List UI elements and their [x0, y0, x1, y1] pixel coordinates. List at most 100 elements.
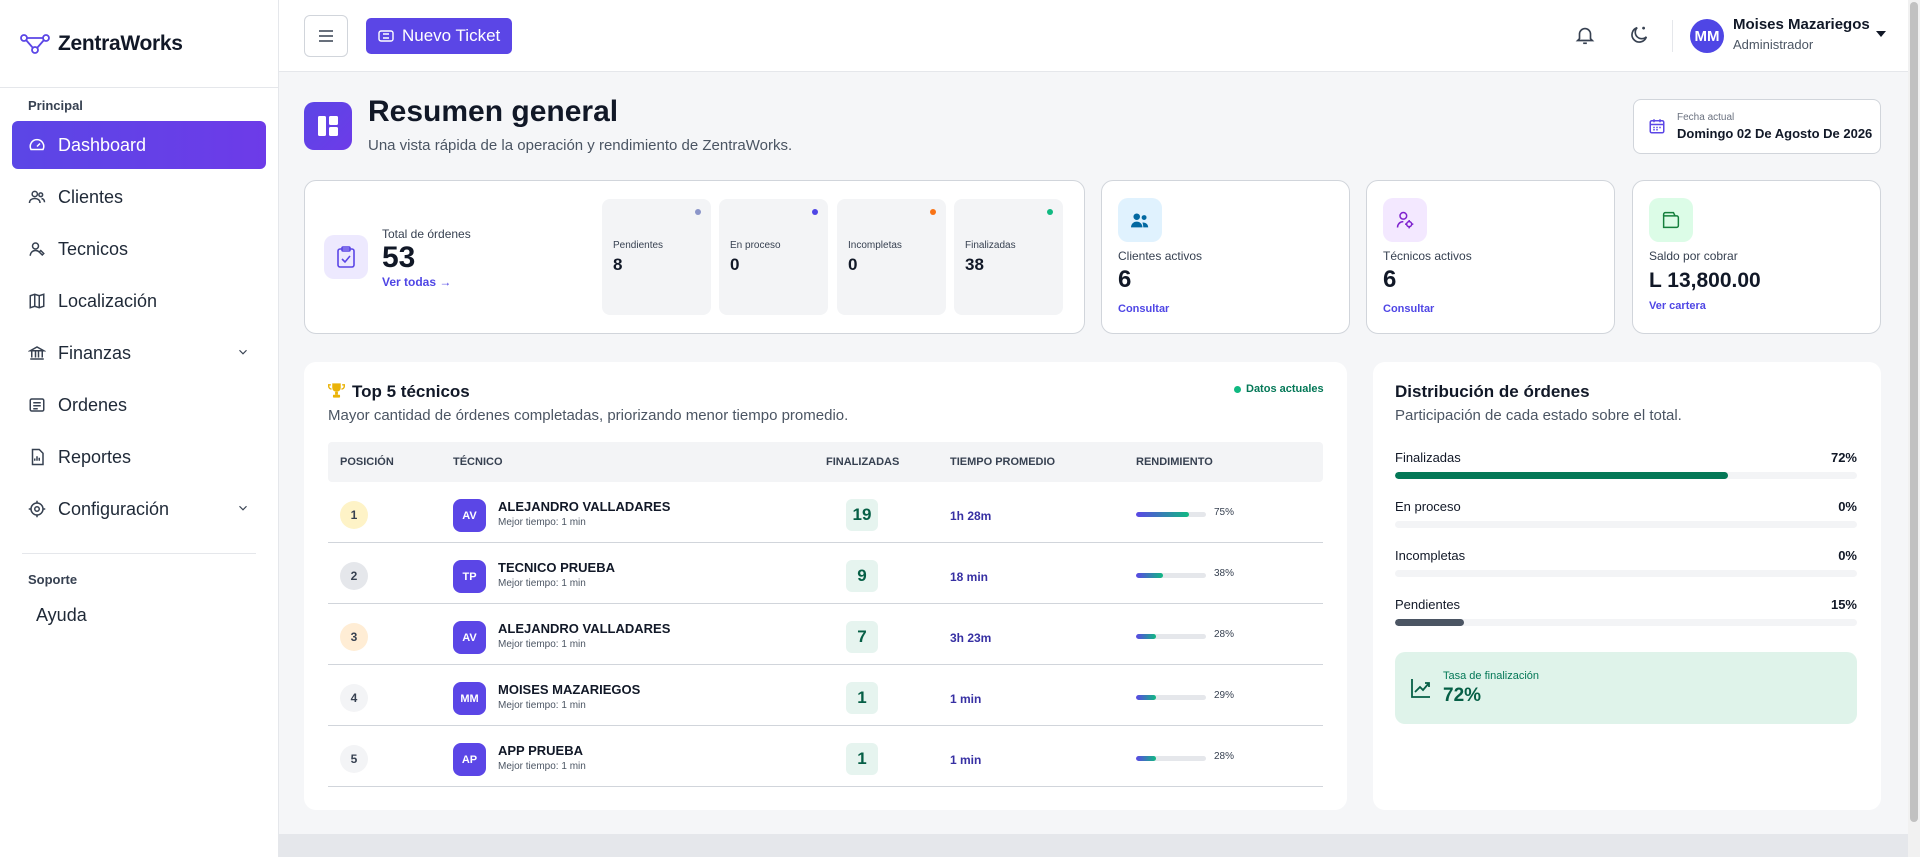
- clipboard-check-icon: [324, 235, 368, 279]
- rank-badge: 1: [340, 501, 368, 529]
- sidebar-item-reportes[interactable]: Reportes: [12, 433, 266, 481]
- avatar: AV: [453, 499, 486, 532]
- table-row[interactable]: 4 MM MOISES MAZARIEGOS Mejor tiempo: 1 m…: [328, 665, 1323, 726]
- topbar-separator: [1672, 20, 1673, 52]
- page-title: Resumen general: [368, 95, 619, 128]
- brand[interactable]: ZentraWorks: [0, 0, 278, 88]
- new-ticket-button[interactable]: Nuevo Ticket: [366, 18, 513, 54]
- avatar[interactable]: MM: [1690, 19, 1724, 53]
- distribution-row: En proceso 0%: [1395, 499, 1857, 539]
- stat-label: Saldo por cobrar: [1649, 249, 1738, 263]
- sidebar-item-label: Localización: [58, 290, 158, 311]
- performance-bar: [1136, 634, 1206, 639]
- table-row[interactable]: 5 AP APP PRUEBA Mejor tiempo: 1 min 1 1 …: [328, 726, 1323, 787]
- performance-fill: [1136, 573, 1163, 578]
- stat-value: 6: [1118, 266, 1132, 293]
- section-label-soporte: Soporte: [28, 572, 78, 587]
- performance-bar: [1136, 573, 1206, 578]
- sidebar-item-ayuda[interactable]: Ayuda: [0, 605, 278, 626]
- moon-icon[interactable]: [1628, 24, 1650, 46]
- avatar: TP: [453, 560, 486, 593]
- user-name[interactable]: Moises Mazariegos: [1733, 16, 1870, 33]
- average-time: 1 min: [950, 753, 982, 767]
- sidebar-item-localizacion[interactable]: Localización: [12, 277, 266, 325]
- chevron-down-icon: [236, 501, 250, 515]
- bell-icon[interactable]: [1574, 24, 1596, 46]
- sidebar-item-label: Ordenes: [58, 394, 128, 415]
- table-header: Posición Técnico Finalizadas Tiempo prom…: [328, 442, 1323, 482]
- column-header-performance: Rendimiento: [1136, 456, 1213, 468]
- stat-label: Clientes activos: [1118, 249, 1203, 263]
- table-row[interactable]: 3 AV ALEJANDRO VALLADARES Mejor tiempo: …: [328, 604, 1323, 665]
- ticket-icon: [378, 30, 394, 42]
- top-technicians-card: Top 5 técnicos Mayor cantidad de órdenes…: [304, 362, 1347, 810]
- stat-value: 6: [1383, 266, 1397, 293]
- order-distribution-card: Distribución de órdenes Participación de…: [1373, 362, 1881, 810]
- technician-icon: [28, 240, 46, 258]
- caret-down-icon[interactable]: [1876, 31, 1886, 37]
- receivable-balance-card: Saldo por cobrar L 13,800.00 Ver cartera: [1632, 180, 1881, 334]
- logo-icon: [20, 33, 50, 55]
- bank-icon: [28, 344, 46, 362]
- map-icon: [28, 292, 46, 310]
- view-portfolio-link[interactable]: Ver cartera: [1649, 300, 1706, 312]
- performance-bar: [1136, 695, 1206, 700]
- performance-percent: 28%: [1214, 751, 1235, 762]
- rank-badge: 2: [340, 562, 368, 590]
- sidebar-item-finanzas[interactable]: Finanzas: [12, 329, 266, 377]
- average-time: 18 min: [950, 570, 989, 584]
- distribution-percent: 0%: [1838, 499, 1857, 514]
- finished-count: 1: [846, 743, 878, 775]
- finished-count: 1: [846, 682, 878, 714]
- distribution-percent: 0%: [1838, 548, 1857, 563]
- live-dot: [1234, 385, 1241, 393]
- hamburger-icon: [318, 29, 334, 43]
- rank-badge: 5: [340, 745, 368, 773]
- sidebar-item-configuracion[interactable]: Configuración: [12, 485, 266, 533]
- sidebar-item-label: Dashboard: [58, 134, 147, 155]
- table-row[interactable]: 2 TP TECNICO PRUEBA Mejor tiempo: 1 min …: [328, 543, 1323, 604]
- footer-strip: [279, 834, 1908, 857]
- distribution-label: En proceso: [1395, 499, 1461, 514]
- wallet-icon: [1649, 198, 1693, 242]
- stat-label: Técnicos activos: [1383, 249, 1472, 263]
- view-all-orders-link[interactable]: Ver todas →: [382, 275, 451, 289]
- sidebar-item-dashboard[interactable]: Dashboard: [12, 121, 266, 169]
- distribution-row: Pendientes 15%: [1395, 597, 1857, 637]
- sidebar-item-ordenes[interactable]: Ordenes: [12, 381, 266, 429]
- status-tile-incompletas[interactable]: Incompletas 0: [837, 199, 946, 315]
- rank-badge: 4: [340, 684, 368, 712]
- column-header-position: Posición: [340, 456, 394, 468]
- status-tile-finalizadas[interactable]: Finalizadas 38: [954, 199, 1063, 315]
- technician-name: APP PRUEBA: [498, 743, 584, 758]
- status-label: Finalizadas: [965, 240, 1016, 251]
- status-label: Incompletas: [848, 240, 902, 251]
- sidebar-item-clientes[interactable]: Clientes: [12, 173, 266, 221]
- consult-clients-link[interactable]: Consultar: [1118, 303, 1169, 315]
- distribution-percent: 72%: [1830, 450, 1857, 465]
- orders-total-value: 53: [382, 241, 416, 274]
- scrollbar-thumb[interactable]: [1910, 2, 1918, 822]
- status-tile-en-proceso[interactable]: En proceso 0: [719, 199, 828, 315]
- best-time: Mejor tiempo: 1 min: [498, 639, 586, 650]
- consult-technicians-link[interactable]: Consultar: [1383, 303, 1434, 315]
- avatar: AV: [453, 621, 486, 654]
- active-clients-card: Clientes activos 6 Consultar: [1101, 180, 1350, 334]
- performance-fill: [1136, 756, 1156, 761]
- distribution-label: Finalizadas: [1395, 450, 1461, 465]
- column-header-finished: Finalizadas: [826, 456, 900, 468]
- sidebar-item-label: Reportes: [58, 446, 132, 467]
- users-icon: [1118, 198, 1162, 242]
- performance-fill: [1136, 634, 1156, 639]
- technician-name: ALEJANDRO VALLADARES: [498, 499, 671, 514]
- menu-toggle-button[interactable]: [304, 15, 348, 57]
- status-dot: [812, 209, 818, 215]
- best-time: Mejor tiempo: 1 min: [498, 761, 586, 772]
- table-row[interactable]: 1 AV ALEJANDRO VALLADARES Mejor tiempo: …: [328, 482, 1323, 543]
- new-ticket-label: Nuevo Ticket: [402, 26, 501, 45]
- sidebar: ZentraWorks Principal Dashboard Clientes…: [0, 0, 279, 857]
- sidebar-item-tecnicos[interactable]: Tecnicos: [12, 225, 266, 273]
- distribution-row: Finalizadas 72%: [1395, 450, 1857, 490]
- status-tile-pendientes[interactable]: Pendientes 8: [602, 199, 711, 315]
- avatar: AP: [453, 743, 486, 776]
